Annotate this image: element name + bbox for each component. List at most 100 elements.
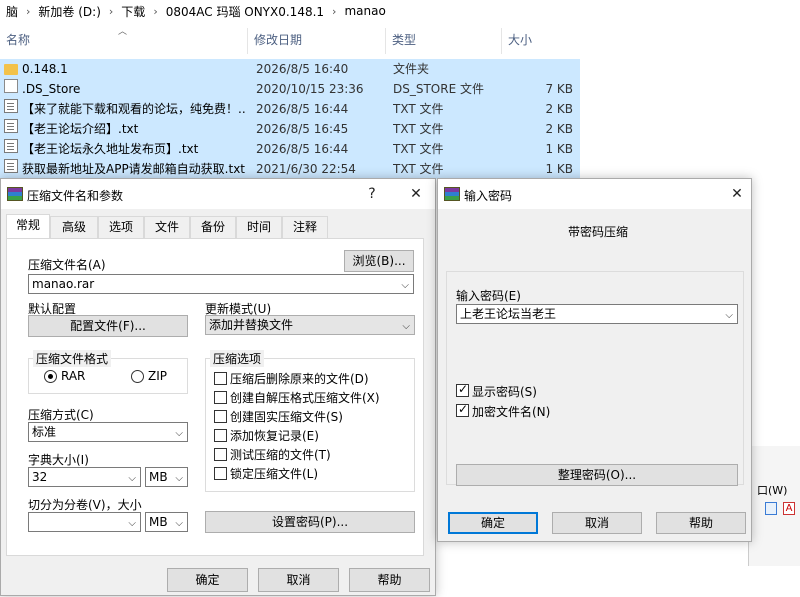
chevron-right-icon[interactable]: ›: [151, 5, 159, 18]
option-checkbox[interactable]: [214, 391, 227, 404]
chevron-down-icon[interactable]: ⌵: [175, 515, 183, 533]
tab-files[interactable]: 文件: [144, 216, 190, 238]
dict-unit-value: MB: [149, 470, 168, 484]
option-label[interactable]: 创建自解压格式压缩文件(X): [230, 389, 380, 406]
txt-file-icon: [4, 119, 18, 133]
file-type: TXT 文件: [393, 102, 444, 116]
help-icon[interactable]: ?: [361, 183, 383, 205]
show-password-checkbox[interactable]: [456, 382, 469, 397]
column-header: 名称 修改日期 类型 大小: [0, 28, 580, 54]
breadcrumb-item[interactable]: 脑: [0, 3, 24, 20]
chevron-down-icon[interactable]: ⌵: [725, 307, 733, 325]
file-row[interactable]: 【老王论坛介绍】.txt 2026/8/5 16:45 TXT 文件 2 KB: [0, 119, 580, 139]
close-icon[interactable]: ✕: [405, 183, 427, 205]
file-row[interactable]: 获取最新地址及APP请发邮箱自动获取.txt 2021/6/30 22:54 T…: [0, 159, 580, 179]
file-type: TXT 文件: [393, 162, 444, 176]
file-size: 7 KB: [545, 82, 573, 96]
txt-file-icon: [4, 139, 18, 153]
chevron-right-icon[interactable]: ›: [24, 5, 32, 18]
split-unit-value: MB: [149, 515, 168, 529]
password-label: 输入密码(E): [456, 289, 521, 303]
file-size: 2 KB: [545, 102, 573, 116]
file-row[interactable]: .DS_Store 2020/10/15 23:36 DS_STORE 文件 7…: [0, 79, 580, 99]
browse-button[interactable]: 浏览(B)...: [344, 250, 414, 272]
pdf-icon[interactable]: A: [783, 502, 795, 515]
option-checkbox[interactable]: [214, 467, 227, 480]
password-heading: 带密码压缩: [568, 225, 629, 239]
tab-backup[interactable]: 备份: [190, 216, 236, 238]
chevron-down-icon[interactable]: ⌵: [128, 470, 136, 488]
archive-dialog-titlebar[interactable]: 压缩文件名和参数 ? ✕: [1, 179, 435, 209]
format-rar-radio[interactable]: [44, 370, 57, 383]
password-value: 上老王论坛当老王: [460, 307, 557, 321]
option-label[interactable]: 测试压缩的文件(T): [230, 446, 331, 463]
file-date: 2026/8/5 16:44: [256, 102, 349, 116]
file-name: 【来了就能下载和观看的论坛，纯免费！...: [22, 102, 246, 116]
split-size-select[interactable]: ⌵: [28, 512, 141, 532]
txt-file-icon: [4, 99, 18, 113]
password-dialog: 输入密码 ✕ 带密码压缩 输入密码(E) 上老王论坛当老王 ⌵ 显示密码(S) …: [437, 178, 752, 542]
column-date[interactable]: 修改日期: [248, 28, 386, 54]
close-icon[interactable]: ✕: [726, 183, 748, 205]
split-label: 切分为分卷(V)，大小: [28, 498, 142, 512]
breadcrumb-item[interactable]: manao: [338, 4, 391, 18]
column-type[interactable]: 类型: [386, 28, 502, 54]
file-date: 2026/8/5 16:44: [256, 142, 349, 156]
method-select[interactable]: 标准 ⌵: [28, 422, 188, 442]
chevron-down-icon[interactable]: ⌵: [402, 318, 410, 336]
tab-advanced[interactable]: 高级: [50, 216, 98, 238]
format-zip-radio[interactable]: [131, 370, 144, 383]
column-size[interactable]: 大小: [502, 28, 580, 54]
tab-general[interactable]: 常规: [6, 214, 50, 239]
ok-button[interactable]: 确定: [167, 568, 248, 592]
option-label[interactable]: 添加恢复记录(E): [230, 427, 319, 444]
file-row[interactable]: 【来了就能下载和观看的论坛，纯免费！... 2026/8/5 16:44 TXT…: [0, 99, 580, 119]
breadcrumb-item[interactable]: 0804AC 玛瑙 ONYX0.148.1: [160, 3, 330, 20]
archive-name-input[interactable]: manao.rar ⌵: [28, 274, 414, 294]
password-help-button[interactable]: 帮助: [656, 512, 746, 534]
cancel-button[interactable]: 取消: [258, 568, 339, 592]
winrar-icon: [444, 187, 460, 201]
profiles-button[interactable]: 配置文件(F)...: [28, 315, 188, 337]
dict-unit-select[interactable]: MB ⌵: [145, 467, 188, 487]
breadcrumb-item[interactable]: 新加卷 (D:): [32, 3, 106, 20]
file-type: 文件夹: [393, 62, 430, 76]
split-unit-select[interactable]: MB ⌵: [145, 512, 188, 532]
update-mode-select[interactable]: 添加并替换文件 ⌵: [205, 315, 415, 335]
option-checkbox[interactable]: [214, 410, 227, 423]
file-row[interactable]: 【老王论坛永久地址发布页】.txt 2026/8/5 16:44 TXT 文件 …: [0, 139, 580, 159]
organize-passwords-button[interactable]: 整理密码(O)...: [456, 464, 738, 486]
option-checkbox[interactable]: [214, 372, 227, 385]
copy-icon[interactable]: [765, 502, 777, 515]
set-password-button[interactable]: 设置密码(P)...: [205, 511, 415, 533]
chevron-down-icon[interactable]: ⌵: [175, 425, 183, 443]
show-password-label[interactable]: 显示密码(S): [472, 383, 537, 400]
option-label[interactable]: 锁定压缩文件(L): [230, 465, 318, 482]
tab-time[interactable]: 时间: [236, 216, 282, 238]
chevron-down-icon[interactable]: ⌵: [401, 277, 409, 295]
chevron-down-icon[interactable]: ⌵: [175, 470, 183, 488]
option-label[interactable]: 创建固实压缩文件(S): [230, 408, 343, 425]
file-row[interactable]: 0.148.1 2026/8/5 16:40 文件夹: [0, 59, 580, 79]
password-ok-button[interactable]: 确定: [448, 512, 538, 534]
dict-size-select[interactable]: 32 ⌵: [28, 467, 141, 487]
format-zip-label[interactable]: ZIP: [148, 369, 167, 383]
option-label[interactable]: 压缩后删除原来的文件(D): [230, 370, 369, 387]
help-button[interactable]: 帮助: [349, 568, 430, 592]
option-checkbox[interactable]: [214, 448, 227, 461]
format-rar-label[interactable]: RAR: [61, 369, 85, 383]
password-dialog-titlebar[interactable]: 输入密码 ✕: [438, 179, 751, 209]
encrypt-names-label[interactable]: 加密文件名(N): [472, 403, 550, 420]
tab-comment[interactable]: 注释: [282, 216, 328, 238]
password-input[interactable]: 上老王论坛当老王 ⌵: [456, 304, 738, 324]
file-size: 1 KB: [545, 142, 573, 156]
password-dialog-title: 输入密码: [464, 189, 513, 203]
tab-options[interactable]: 选项: [98, 216, 144, 238]
option-checkbox[interactable]: [214, 429, 227, 442]
chevron-down-icon[interactable]: ⌵: [128, 515, 136, 533]
chevron-right-icon[interactable]: ›: [107, 5, 115, 18]
breadcrumb-item[interactable]: 下载: [115, 3, 151, 20]
password-cancel-button[interactable]: 取消: [552, 512, 642, 534]
chevron-right-icon[interactable]: ›: [330, 5, 338, 18]
encrypt-names-checkbox[interactable]: [456, 402, 469, 417]
